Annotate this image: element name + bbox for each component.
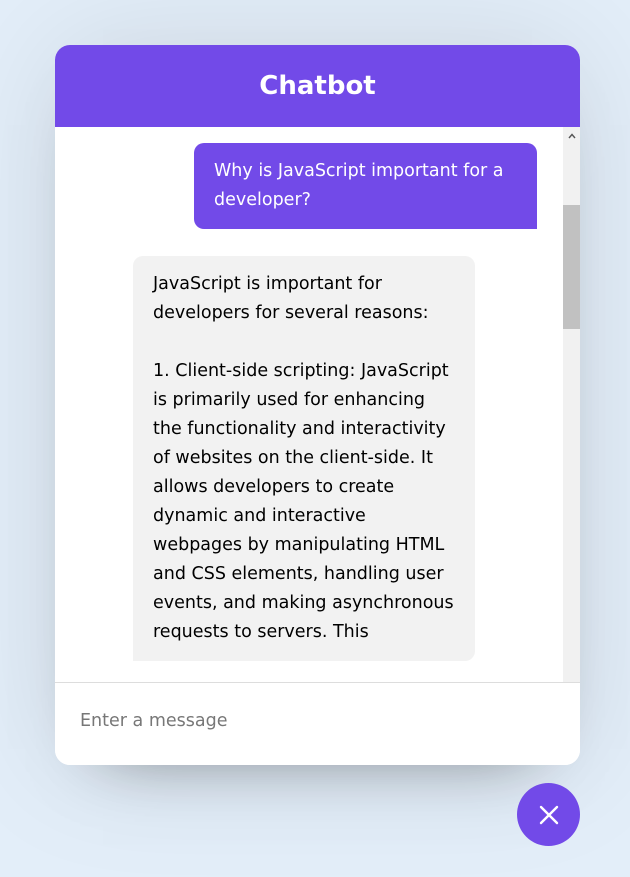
chatbox-scrollbar[interactable] (563, 127, 580, 682)
close-icon (539, 805, 558, 824)
message-input[interactable] (55, 683, 580, 765)
chat-input-area (55, 682, 580, 765)
outgoing-message: Why is JavaScript important for a develo… (194, 143, 537, 229)
chatbot-window: Chatbot Why is JavaScript important for … (55, 45, 580, 765)
chatbot-title: Chatbot (259, 71, 376, 101)
chatbot-header: Chatbot (55, 45, 580, 127)
chatbox[interactable]: Why is JavaScript important for a develo… (55, 127, 580, 682)
scrollbar-thumb[interactable] (563, 205, 580, 329)
chatbot-toggle-button[interactable] (517, 783, 580, 846)
scroll-up-arrow-icon[interactable] (563, 127, 580, 144)
incoming-message: JavaScript is important for developers f… (133, 256, 475, 661)
